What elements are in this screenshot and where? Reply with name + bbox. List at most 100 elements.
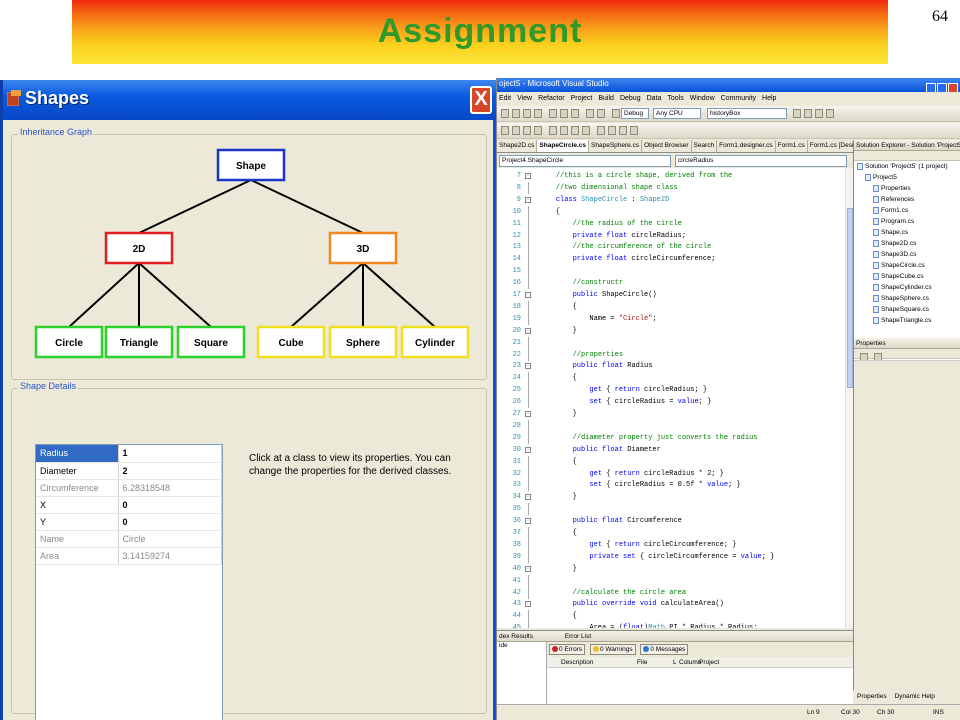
- solution-tree-item[interactable]: ShapeCircle.cs: [854, 260, 960, 271]
- collapse-outline-icon[interactable]: -: [525, 327, 531, 334]
- document-tab[interactable]: Search: [692, 140, 718, 152]
- quick-info-icon[interactable]: [523, 126, 531, 135]
- word-complete-icon[interactable]: [534, 126, 542, 135]
- indent-icon[interactable]: [560, 126, 568, 135]
- menu-data[interactable]: Data: [647, 95, 662, 102]
- tab-find-results[interactable]: dex Results: [499, 633, 533, 640]
- collapse-outline-icon[interactable]: -: [525, 292, 531, 298]
- class-node-triangle[interactable]: Triangle: [104, 325, 174, 359]
- member-dropdown[interactable]: circleRadius: [675, 155, 847, 167]
- menu-refactor[interactable]: Refactor: [538, 95, 564, 102]
- property-value[interactable]: 0: [118, 496, 222, 514]
- property-row[interactable]: Diameter 2: [36, 462, 222, 480]
- error-column-header[interactable]: L: [673, 657, 677, 668]
- error-column-header[interactable]: File: [637, 657, 647, 668]
- collapse-outline-icon[interactable]: -: [525, 565, 531, 572]
- solution-config-select[interactable]: Debug: [621, 108, 649, 119]
- collapse-outline-icon[interactable]: -: [525, 601, 531, 608]
- parameter-info-icon[interactable]: [512, 126, 520, 135]
- solution-explorer-icon[interactable]: [804, 109, 812, 118]
- solution-tree-item[interactable]: ShapeSphere.cs: [854, 293, 960, 304]
- solution-tree-item[interactable]: Form1.cs: [854, 205, 960, 216]
- code-editor[interactable]: 7- //this is a circle shape, derived fro…: [497, 168, 853, 628]
- find-in-files-icon[interactable]: [793, 109, 801, 118]
- solution-tree-item[interactable]: ShapeCylinder.cs: [854, 282, 960, 293]
- solution-tree-item[interactable]: Project5: [854, 172, 960, 183]
- property-row[interactable]: Radius 1: [36, 445, 222, 463]
- toolbox-icon[interactable]: [826, 109, 834, 118]
- class-node-cube[interactable]: Cube: [256, 325, 326, 359]
- start-debug-icon[interactable]: [612, 109, 620, 118]
- collapse-outline-icon[interactable]: -: [525, 411, 531, 417]
- menu-community[interactable]: Community: [721, 95, 756, 102]
- member-list-icon[interactable]: [501, 126, 509, 135]
- document-tab[interactable]: Shape2D.cs: [497, 140, 538, 152]
- outdent-icon[interactable]: [549, 126, 557, 135]
- menu-project[interactable]: Project: [571, 95, 593, 102]
- solution-tree-item[interactable]: Shape2D.cs: [854, 238, 960, 249]
- collapse-outline-icon[interactable]: -: [525, 196, 531, 203]
- solution-tree-item[interactable]: Program.cs: [854, 216, 960, 227]
- menu-view[interactable]: View: [517, 95, 532, 102]
- undo-icon[interactable]: [586, 109, 594, 118]
- menu-debug[interactable]: Debug: [620, 95, 641, 102]
- property-value[interactable]: 2: [118, 462, 222, 480]
- menu-build[interactable]: Build: [598, 95, 614, 102]
- menu-edit[interactable]: Edit: [499, 95, 511, 102]
- class-node-cylinder[interactable]: Cylinder: [400, 325, 470, 359]
- collapse-outline-icon[interactable]: -: [525, 363, 531, 370]
- open-icon[interactable]: [512, 109, 520, 118]
- solution-tree-item[interactable]: ShapeCube.cs: [854, 271, 960, 282]
- close-button[interactable]: X: [470, 86, 492, 114]
- document-tab[interactable]: Form1.designer.cs: [717, 140, 776, 152]
- property-grid[interactable]: Radius 1 Diameter 2 Circumference 6.28318548 X…: [35, 444, 223, 720]
- toggle-bookmark-icon[interactable]: [597, 126, 605, 135]
- document-tab[interactable]: Form1.cs [Design]: [808, 140, 853, 152]
- vs-titlebar[interactable]: oject5 - Microsoft Visual Studio: [497, 78, 960, 93]
- clear-bookmarks-icon[interactable]: [630, 126, 638, 135]
- class-node-square[interactable]: Square: [176, 325, 246, 359]
- previous-bookmark-icon[interactable]: [608, 126, 616, 135]
- warnings-filter-button[interactable]: 0 Warnings: [589, 644, 636, 655]
- class-node-circle[interactable]: Circle: [34, 325, 104, 359]
- type-dropdown[interactable]: Project4.ShapeCircle: [499, 155, 671, 167]
- next-bookmark-icon[interactable]: [619, 126, 627, 135]
- solution-platform-select[interactable]: Any CPU: [653, 108, 701, 119]
- property-row[interactable]: Name Circle: [36, 530, 222, 548]
- solution-tree-item[interactable]: Properties: [854, 183, 960, 194]
- tab-dynamic-help[interactable]: Dynamic Help: [894, 693, 934, 700]
- class-node-sphere[interactable]: Sphere: [328, 325, 398, 359]
- find-combo[interactable]: historyBox: [707, 108, 787, 119]
- error-column-header[interactable]: Project: [699, 657, 719, 668]
- collapse-outline-icon[interactable]: -: [525, 173, 531, 179]
- menu-tools[interactable]: Tools: [667, 95, 683, 102]
- comment-icon[interactable]: [571, 126, 579, 135]
- property-row[interactable]: Area 3.14159274: [36, 547, 222, 565]
- property-row[interactable]: Y0: [36, 513, 222, 531]
- tab-error-list[interactable]: Error List: [565, 633, 591, 640]
- solution-tree-item[interactable]: References: [854, 194, 960, 205]
- property-row[interactable]: Circumference 6.28318548: [36, 479, 222, 497]
- save-icon[interactable]: [523, 109, 531, 118]
- tab-properties[interactable]: Properties: [857, 693, 887, 700]
- cut-icon[interactable]: [549, 109, 557, 118]
- document-tab[interactable]: ShapeSphere.cs: [589, 140, 643, 152]
- redo-icon[interactable]: [597, 109, 605, 118]
- save-all-icon[interactable]: [534, 109, 542, 118]
- class-node-shape[interactable]: Shape: [216, 148, 286, 182]
- solution-tree-item[interactable]: ShapeTriangle.cs: [854, 315, 960, 326]
- menu-help[interactable]: Help: [762, 95, 776, 102]
- property-row[interactable]: X0: [36, 496, 222, 514]
- property-value[interactable]: 1: [118, 445, 222, 463]
- paste-icon[interactable]: [571, 109, 579, 118]
- errors-filter-button[interactable]: 0 Errors: [549, 644, 586, 655]
- uncomment-icon[interactable]: [582, 126, 590, 135]
- new-project-icon[interactable]: [501, 109, 509, 118]
- document-tab[interactable]: ShapeCircle.cs: [537, 140, 590, 152]
- solution-tree-item[interactable]: Shape.cs: [854, 227, 960, 238]
- messages-filter-button[interactable]: 0 Messages: [640, 644, 689, 655]
- menu-window[interactable]: Window: [690, 95, 715, 102]
- solution-tree-item[interactable]: Solution 'Project5' (1 project): [854, 161, 960, 172]
- collapse-outline-icon[interactable]: -: [525, 518, 531, 525]
- properties-window-icon[interactable]: [815, 109, 823, 118]
